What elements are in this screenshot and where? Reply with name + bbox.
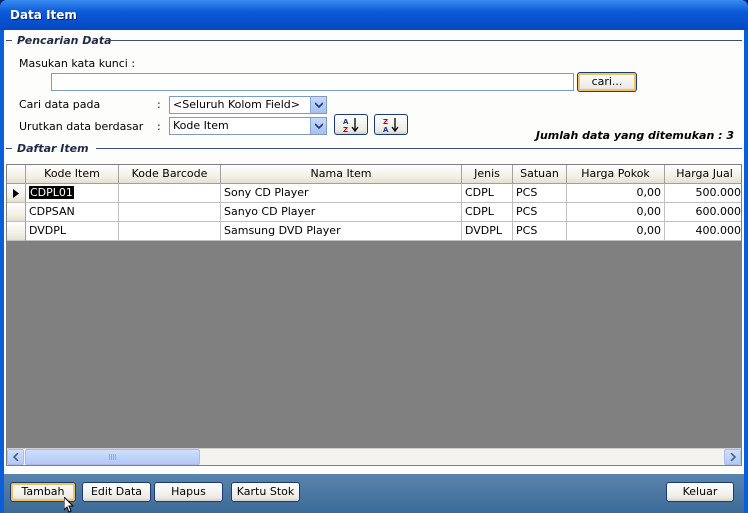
row-indicator (7, 203, 26, 222)
table-row[interactable]: DVDPL Samsung DVD Player DVDPL PCS 0,00 … (7, 222, 741, 241)
column-header[interactable]: Jenis (462, 165, 513, 184)
grid-rows: CDPL01 Sony CD Player CDPL PCS 0,00 500.… (7, 184, 741, 241)
delete-button[interactable]: Hapus (154, 482, 223, 502)
result-count: Jumlah data yang ditemukan : 3 (535, 129, 734, 142)
sort-ascending-button[interactable]: A Z (334, 114, 368, 135)
search-button[interactable]: cari... (577, 72, 637, 92)
cell-kode-item[interactable]: CDPSAN (26, 203, 119, 222)
sort-descending-icon: Z A (383, 118, 399, 133)
column-header[interactable]: Kode Barcode (119, 165, 221, 184)
chevron-down-icon[interactable] (310, 118, 326, 134)
sort-desc-bottom-letter: A (383, 126, 389, 133)
exit-button[interactable]: Keluar (666, 482, 734, 502)
cell-harga-pokok[interactable]: 0,00 (567, 222, 665, 241)
sort-asc-bottom-letter: Z (343, 126, 348, 133)
sort-asc-top-letter: A (343, 118, 349, 126)
mouse-pointer-icon (64, 497, 75, 513)
cell-harga-pokok[interactable]: 0,00 (567, 203, 665, 222)
sort-ascending-icon: A Z (343, 118, 359, 133)
column-header[interactable]: Satuan (513, 165, 567, 184)
client-area: Pencarian Data Masukan kata kunci : cari… (4, 30, 744, 474)
chevron-left-icon (12, 453, 19, 461)
sort-desc-top-letter: Z (383, 118, 388, 126)
cell-kode-barcode[interactable] (119, 203, 221, 222)
current-row-arrow-icon (7, 184, 26, 203)
search-field-select[interactable]: <Seluruh Kolom Field> (169, 96, 327, 114)
button-bar: Tambah Edit Data Hapus Kartu Stok Keluar (0, 474, 748, 513)
stock-card-button[interactable]: Kartu Stok (231, 482, 300, 502)
column-header[interactable]: Harga Jual (665, 165, 741, 184)
table-row[interactable]: CDPL01 Sony CD Player CDPL PCS 0,00 500.… (7, 184, 741, 203)
title-bar[interactable]: Data Item (0, 0, 748, 30)
cell-jenis[interactable]: DVDPL (462, 222, 513, 241)
cell-satuan[interactable]: PCS (513, 222, 567, 241)
cell-kode-item[interactable]: CDPL01 (26, 184, 119, 203)
search-field-value: <Seluruh Kolom Field> (173, 98, 300, 111)
table-row[interactable]: CDPSAN Sanyo CD Player CDPL PCS 0,00 600… (7, 203, 741, 222)
row-indicator-header (7, 165, 26, 184)
column-header[interactable]: Kode Item (26, 165, 119, 184)
grid-header: Kode Item Kode Barcode Nama Item Jenis S… (7, 165, 741, 184)
group-divider (6, 40, 12, 41)
sort-colon: : (157, 120, 161, 133)
data-item-window: Data Item Pencarian Data Masukan kata ku… (0, 0, 748, 513)
cell-harga-jual[interactable]: 400.000 (665, 222, 741, 241)
scroll-left-button[interactable] (7, 449, 24, 465)
grip-icon (108, 454, 117, 460)
cell-satuan[interactable]: PCS (513, 203, 567, 222)
cell-jenis[interactable]: CDPL (462, 184, 513, 203)
horizontal-scrollbar[interactable] (7, 448, 741, 465)
cell-harga-jual[interactable]: 500.000 (665, 184, 741, 203)
item-grid[interactable]: Kode Item Kode Barcode Nama Item Jenis S… (6, 164, 742, 466)
edit-button[interactable]: Edit Data (82, 482, 151, 502)
cell-kode-barcode[interactable] (119, 184, 221, 203)
cell-kode-item[interactable]: DVDPL (26, 222, 119, 241)
cell-satuan[interactable]: PCS (513, 184, 567, 203)
cell-harga-jual[interactable]: 600.000 (665, 203, 741, 222)
scroll-thumb[interactable] (25, 449, 200, 465)
sort-field-value: Kode Item (173, 119, 229, 132)
keyword-input[interactable] (51, 73, 574, 91)
cell-harga-pokok[interactable]: 0,00 (567, 184, 665, 203)
keyword-label: Masukan kata kunci : (19, 57, 136, 70)
cell-nama-item[interactable]: Samsung DVD Player (221, 222, 462, 241)
cell-jenis[interactable]: CDPL (462, 203, 513, 222)
window-title: Data Item (10, 8, 77, 22)
sort-descending-button[interactable]: Z A (374, 114, 408, 135)
column-header[interactable]: Harga Pokok (567, 165, 665, 184)
search-group-label: Pencarian Data (14, 34, 115, 47)
scroll-right-button[interactable] (724, 449, 741, 465)
group-divider (6, 148, 12, 149)
search-field-label: Cari data pada (19, 98, 101, 111)
group-divider (96, 148, 742, 149)
sort-label: Urutkan data berdasar (19, 120, 144, 133)
list-group-label: Daftar Item (14, 142, 92, 155)
selected-cell-text: CDPL01 (29, 186, 74, 199)
group-divider (110, 40, 742, 41)
chevron-down-icon[interactable] (310, 97, 326, 113)
sort-field-select[interactable]: Kode Item (169, 117, 327, 135)
row-indicator (7, 222, 26, 241)
chevron-right-icon (729, 453, 736, 461)
cell-nama-item[interactable]: Sony CD Player (221, 184, 462, 203)
cell-kode-barcode[interactable] (119, 222, 221, 241)
cell-nama-item[interactable]: Sanyo CD Player (221, 203, 462, 222)
column-header[interactable]: Nama Item (221, 165, 462, 184)
field-colon: : (157, 98, 161, 111)
